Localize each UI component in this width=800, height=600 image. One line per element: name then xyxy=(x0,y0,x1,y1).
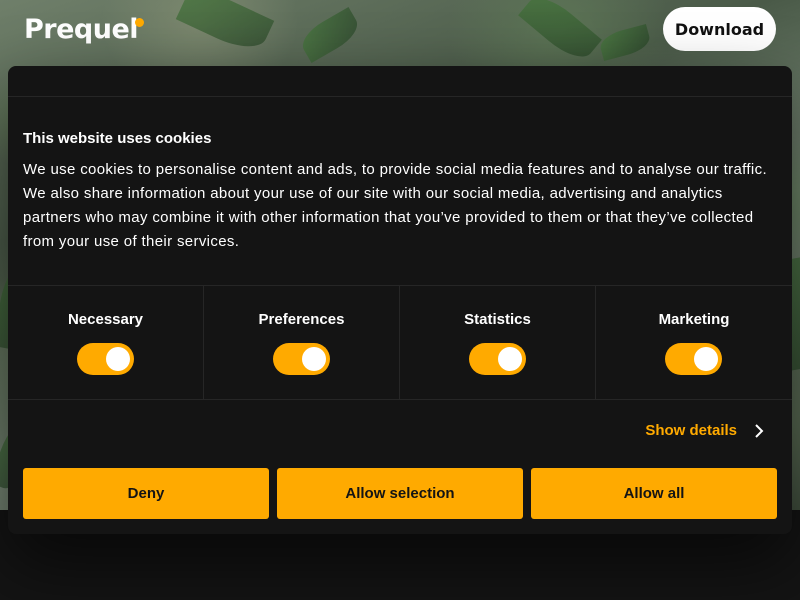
toggle-knob xyxy=(498,347,522,371)
toggle-knob xyxy=(302,347,326,371)
cookie-categories: Necessary Preferences Statistics Marketi… xyxy=(8,285,792,400)
allow-selection-button[interactable]: Allow selection xyxy=(277,468,523,519)
category-necessary: Necessary xyxy=(8,286,204,399)
prequel-logo[interactable]: Prequel xyxy=(24,14,139,45)
statistics-toggle[interactable] xyxy=(469,343,526,375)
category-statistics: Statistics xyxy=(400,286,596,399)
dialog-divider xyxy=(8,96,792,97)
marketing-toggle[interactable] xyxy=(665,343,722,375)
category-label: Marketing xyxy=(658,311,730,328)
category-preferences: Preferences xyxy=(204,286,400,399)
toggle-knob xyxy=(694,347,718,371)
cookie-consent-dialog: This website uses cookies We use cookies… xyxy=(8,66,792,534)
download-button[interactable]: Download xyxy=(663,7,776,51)
necessary-toggle[interactable] xyxy=(77,343,134,375)
category-label: Statistics xyxy=(464,311,531,328)
preferences-toggle[interactable] xyxy=(273,343,330,375)
category-label: Necessary xyxy=(67,311,144,328)
category-marketing: Marketing xyxy=(596,286,792,399)
logo-dot-icon xyxy=(135,18,144,27)
category-label: Preferences xyxy=(258,311,345,328)
allow-all-button[interactable]: Allow all xyxy=(531,468,777,519)
show-details-label: Show details xyxy=(645,422,737,439)
page: Prequel Download This website uses cooki… xyxy=(0,0,800,600)
toggle-knob xyxy=(106,347,130,371)
deny-button[interactable]: Deny xyxy=(23,468,269,519)
dialog-title: This website uses cookies xyxy=(23,130,212,147)
dialog-description: We use cookies to personalise content an… xyxy=(23,161,767,250)
chevron-right-icon xyxy=(755,423,764,438)
show-details-link[interactable]: Show details xyxy=(645,422,766,439)
consent-buttons: Deny Allow selection Allow all xyxy=(23,468,777,519)
